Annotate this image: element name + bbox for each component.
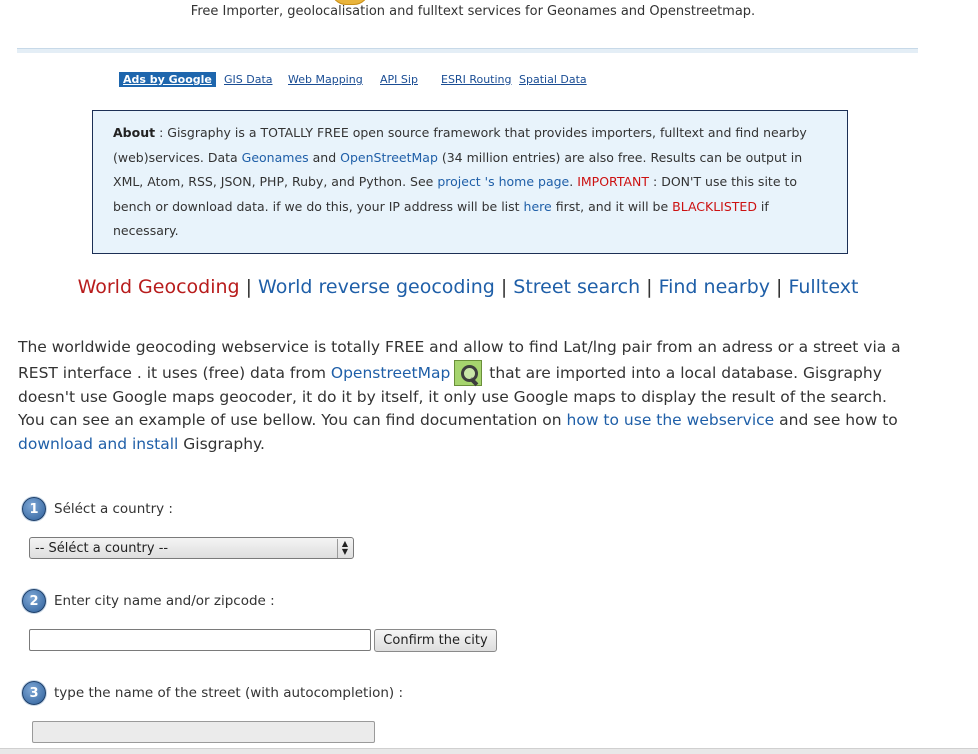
nav-separator: | (500, 276, 508, 298)
street-autocomplete-input[interactable] (32, 721, 375, 743)
header-divider (17, 48, 918, 53)
select-updown-icon: ▲ ▼ (337, 539, 352, 558)
about-dot: . (569, 174, 578, 189)
service-nav: World Geocoding | World reverse geocoding |… (0, 276, 936, 298)
blacklisted-label: BLACKLISTED (672, 198, 757, 214)
country-select-value: -- Séléct a country -- (35, 541, 169, 556)
nav-separator: | (776, 276, 783, 298)
site-tagline: Free Importer, geolocalisation and fullt… (190, 4, 756, 19)
step-1-label: Séléct a country : (54, 501, 173, 517)
about-label: About (113, 125, 156, 140)
openstreetmap-magnifier-icon (454, 359, 483, 386)
nav-street-search[interactable]: Street search (513, 276, 640, 298)
step-number-1-icon: 1 (22, 497, 46, 521)
ad-link-spatial-data[interactable]: Spatial Data (519, 73, 587, 86)
about-and: and (308, 149, 341, 165)
step-3-label: type the name of the street (with autoco… (54, 685, 404, 701)
intro-openstreetmap-link[interactable]: OpenstreetMap (331, 364, 450, 382)
intro-text-4: Gisgraphy. (178, 434, 265, 453)
ad-link-esri-routing[interactable]: ESRI Routing (441, 73, 512, 86)
nav-separator: | (245, 276, 253, 298)
about-text-4: first, and it will be (551, 198, 673, 214)
ad-link-gis-data[interactable]: GIS Data (224, 73, 273, 86)
city-zipcode-input[interactable] (29, 629, 371, 651)
nav-fulltext[interactable]: Fulltext (788, 276, 858, 298)
step-number-3-icon: 3 (22, 681, 46, 705)
nav-world-reverse-geocoding[interactable]: World reverse geocoding (258, 276, 495, 298)
step-1: 1 Séléct a country : (22, 497, 173, 521)
important-label: IMPORTANT (577, 174, 650, 189)
intro-text-3: and see how to (774, 411, 898, 429)
about-box: About : Gisgraphy is a TOTALLY FREE open… (92, 110, 848, 254)
ad-link-api-sip[interactable]: API Sip (380, 73, 418, 86)
nav-find-nearby[interactable]: Find nearby (659, 276, 770, 298)
nav-separator: | (646, 276, 653, 298)
blacklist-here-link[interactable]: here (524, 199, 552, 214)
ads-by-google-label[interactable]: Ads by Google (119, 72, 216, 87)
country-select[interactable]: -- Séléct a country -- ▲ ▼ (29, 537, 354, 559)
ad-link-web-mapping[interactable]: Web Mapping (288, 73, 363, 86)
openstreetmap-link[interactable]: OpenStreetMap (340, 150, 438, 165)
intro-paragraph: The worldwide geocoding webservice is to… (18, 336, 918, 456)
how-to-use-webservice-link[interactable]: how to use the webservice (567, 411, 775, 429)
project-home-link[interactable]: project 's home page (437, 174, 569, 189)
bottom-scroll-edge (0, 748, 978, 754)
geonames-link[interactable]: Geonames (242, 150, 309, 165)
step-3: 3 type the name of the street (with auto… (22, 681, 403, 705)
step-2: 2 Enter city name and/or zipcode : (22, 589, 275, 613)
step-2-label: Enter city name and/or zipcode : (54, 593, 275, 609)
download-install-link[interactable]: download and install (18, 435, 178, 453)
nav-world-geocoding[interactable]: World Geocoding (78, 276, 240, 298)
confirm-city-button[interactable]: Confirm the city (374, 629, 497, 652)
step-number-2-icon: 2 (22, 589, 46, 613)
